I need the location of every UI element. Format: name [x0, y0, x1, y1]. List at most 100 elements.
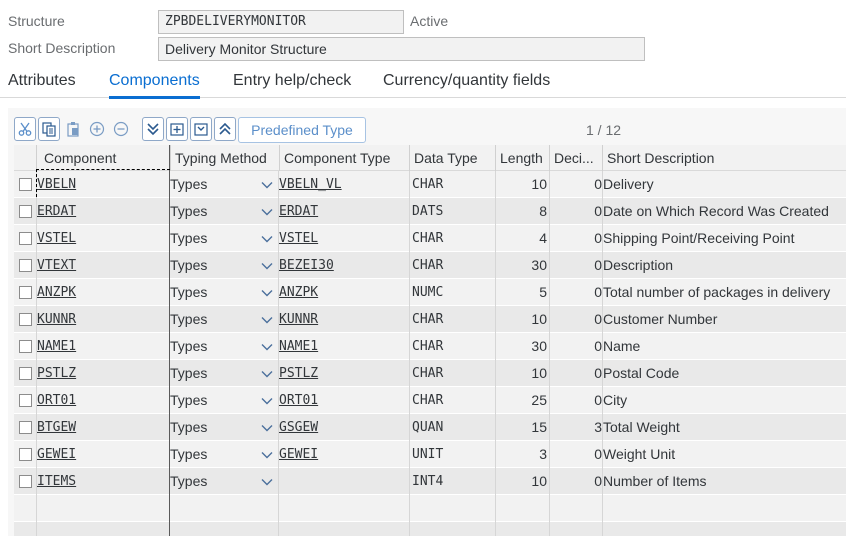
chevron-down-icon[interactable]	[261, 476, 273, 488]
component-type-link[interactable]: GEWEI	[279, 441, 405, 468]
row-select-checkbox[interactable]	[19, 178, 32, 191]
column-divider	[36, 171, 37, 536]
chevron-down-icon[interactable]	[261, 395, 273, 407]
table-row[interactable]: PSTLZ Types PSTLZ CHAR 10 0 Postal Code	[14, 360, 846, 387]
col-header-length[interactable]: Length	[495, 145, 549, 171]
component-type-link[interactable]: NAME1	[279, 333, 405, 360]
component-name-link[interactable]: VTEXT	[37, 252, 167, 279]
empty-row[interactable]	[14, 495, 846, 522]
expand-up-icon[interactable]	[214, 117, 236, 141]
tab-attributes[interactable]: Attributes	[8, 72, 76, 90]
typing-method-value[interactable]: Types	[170, 468, 250, 495]
table-row[interactable]: ERDAT Types ERDAT DATS 8 0 Date on Which Recor…	[14, 198, 846, 225]
row-select-checkbox[interactable]	[19, 367, 32, 380]
col-header-short-description[interactable]: Short Description	[602, 145, 846, 171]
chevron-down-icon[interactable]	[261, 314, 273, 326]
component-type-link[interactable]: KUNNR	[279, 306, 405, 333]
typing-method-value[interactable]: Types	[170, 333, 250, 360]
predefined-type-button[interactable]: Predefined Type	[238, 117, 366, 143]
typing-method-value[interactable]: Types	[170, 441, 250, 468]
cut-icon[interactable]	[14, 117, 36, 141]
row-select-checkbox[interactable]	[19, 475, 32, 488]
chevron-down-icon[interactable]	[261, 287, 273, 299]
component-name-link[interactable]: ERDAT	[37, 198, 167, 225]
row-select-checkbox[interactable]	[19, 259, 32, 272]
component-name-link[interactable]: BTGEW	[37, 414, 167, 441]
tab-components[interactable]: Components	[109, 72, 200, 99]
component-name-link[interactable]: KUNNR	[37, 306, 167, 333]
chevron-down-icon[interactable]	[261, 341, 273, 353]
component-type-link[interactable]: BEZEI30	[279, 252, 405, 279]
table-row[interactable]: VSTEL Types VSTEL CHAR 4 0 Shipping Point/Rece…	[14, 225, 846, 252]
short-description-field[interactable]: Delivery Monitor Structure	[158, 37, 645, 61]
insert-row-icon[interactable]	[86, 117, 108, 141]
length-value: 25	[531, 392, 547, 408]
table-row[interactable]: ITEMS Types INT4 10 0 Number of Items	[14, 468, 846, 495]
chevron-down-icon[interactable]	[261, 422, 273, 434]
component-type-link[interactable]: PSTLZ	[279, 360, 405, 387]
typing-method-value[interactable]: Types	[170, 414, 250, 441]
component-type-link[interactable]: ANZPK	[279, 279, 405, 306]
chevron-down-icon[interactable]	[261, 206, 273, 218]
table-row[interactable]: VBELN Types VBELN_VL CHAR 10 0 Delivery	[14, 171, 846, 198]
component-type-link[interactable]: VBELN_VL	[279, 171, 405, 198]
row-select-checkbox[interactable]	[19, 313, 32, 326]
component-type-link[interactable]	[279, 468, 405, 495]
table-row[interactable]: KUNNR Types KUNNR CHAR 10 0 Customer Number	[14, 306, 846, 333]
component-type-link[interactable]: ERDAT	[279, 198, 405, 225]
component-name-link[interactable]: PSTLZ	[37, 360, 167, 387]
typing-method-value[interactable]: Types	[170, 387, 250, 414]
data-type-value: QUAN	[412, 420, 444, 435]
component-type-link[interactable]: ORT01	[279, 387, 405, 414]
insert-field-icon[interactable]	[166, 117, 188, 141]
chevron-down-icon[interactable]	[261, 179, 273, 191]
row-select-checkbox[interactable]	[19, 394, 32, 407]
col-header-data-type[interactable]: Data Type	[409, 145, 495, 171]
tab-currency-quantity-fields[interactable]: Currency/quantity fields	[383, 72, 550, 90]
chevron-down-icon[interactable]	[261, 260, 273, 272]
row-select-checkbox[interactable]	[19, 205, 32, 218]
component-name-link[interactable]: ANZPK	[37, 279, 167, 306]
chevron-down-icon[interactable]	[261, 368, 273, 380]
table-row[interactable]: ORT01 Types ORT01 CHAR 25 0 City	[14, 387, 846, 414]
row-select-checkbox[interactable]	[19, 286, 32, 299]
tab-entry-help-check[interactable]: Entry help/check	[233, 72, 351, 90]
delete-row-icon[interactable]	[110, 117, 132, 141]
row-select-checkbox[interactable]	[19, 232, 32, 245]
copy-icon[interactable]	[38, 117, 60, 141]
row-select-checkbox[interactable]	[19, 448, 32, 461]
col-header-component-type[interactable]: Component Type	[279, 145, 409, 171]
typing-method-value[interactable]: Types	[170, 225, 250, 252]
table-row[interactable]: GEWEI Types GEWEI UNIT 3 0 Weight Unit	[14, 441, 846, 468]
col-header-decimals[interactable]: Deci...	[549, 145, 602, 171]
table-row[interactable]: ANZPK Types ANZPK NUMC 5 0 Total number of pac…	[14, 279, 846, 306]
typing-method-value[interactable]: Types	[170, 252, 250, 279]
table-row[interactable]: BTGEW Types GSGEW QUAN 15 3 Total Weight	[14, 414, 846, 441]
collapse-field-icon[interactable]	[190, 117, 212, 141]
row-select-checkbox[interactable]	[19, 340, 32, 353]
decimals-value: 0	[594, 392, 602, 408]
empty-row[interactable]	[14, 522, 846, 536]
component-name-link[interactable]: ORT01	[37, 387, 167, 414]
component-name-link[interactable]: VBELN	[37, 171, 167, 198]
component-name-link[interactable]: NAME1	[37, 333, 167, 360]
component-name-link[interactable]: VSTEL	[37, 225, 167, 252]
chevron-down-icon[interactable]	[261, 233, 273, 245]
table-row[interactable]: NAME1 Types NAME1 CHAR 30 0 Name	[14, 333, 846, 360]
col-header-typing-method[interactable]: Typing Method	[170, 145, 279, 171]
component-type-link[interactable]: GSGEW	[279, 414, 405, 441]
typing-method-value[interactable]: Types	[170, 360, 250, 387]
typing-method-value[interactable]: Types	[170, 306, 250, 333]
typing-method-value[interactable]: Types	[170, 171, 250, 198]
component-name-link[interactable]: GEWEI	[37, 441, 167, 468]
expand-down-icon[interactable]	[142, 117, 164, 141]
component-type-link[interactable]: VSTEL	[279, 225, 405, 252]
typing-method-value[interactable]: Types	[170, 279, 250, 306]
typing-method-value[interactable]: Types	[170, 198, 250, 225]
chevron-down-icon[interactable]	[261, 449, 273, 461]
table-row[interactable]: VTEXT Types BEZEI30 CHAR 30 0 Description	[14, 252, 846, 279]
component-name-link[interactable]: ITEMS	[37, 468, 167, 495]
col-header-component[interactable]: Component	[36, 145, 170, 171]
row-select-checkbox[interactable]	[19, 421, 32, 434]
paste-icon[interactable]	[62, 117, 84, 141]
